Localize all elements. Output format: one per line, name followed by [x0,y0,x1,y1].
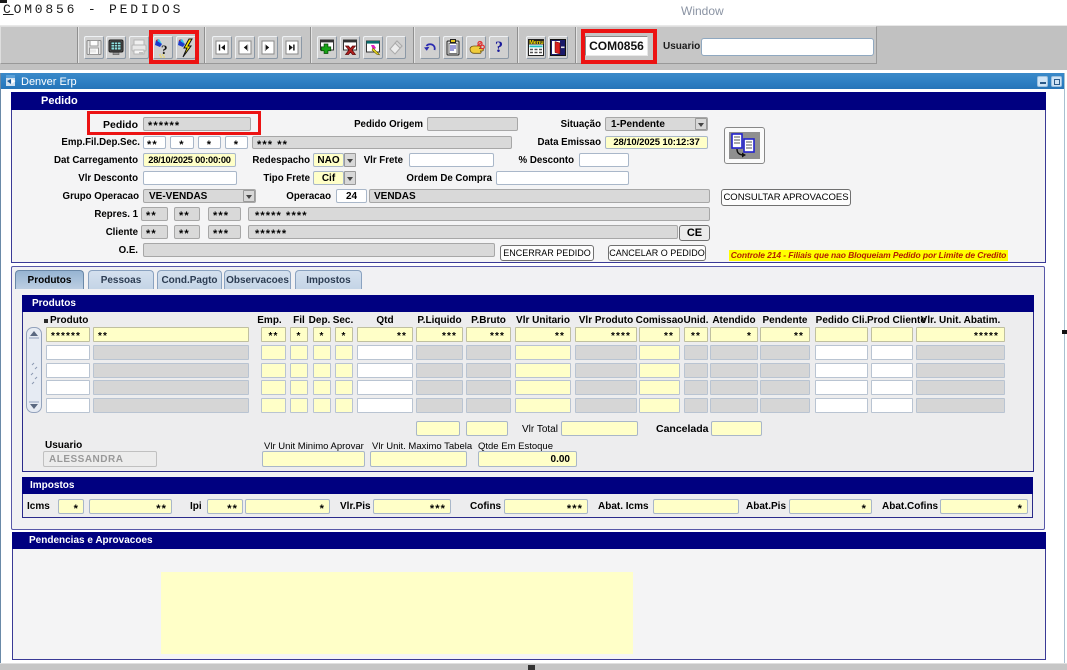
svg-text:Menu: Menu [529,40,543,46]
